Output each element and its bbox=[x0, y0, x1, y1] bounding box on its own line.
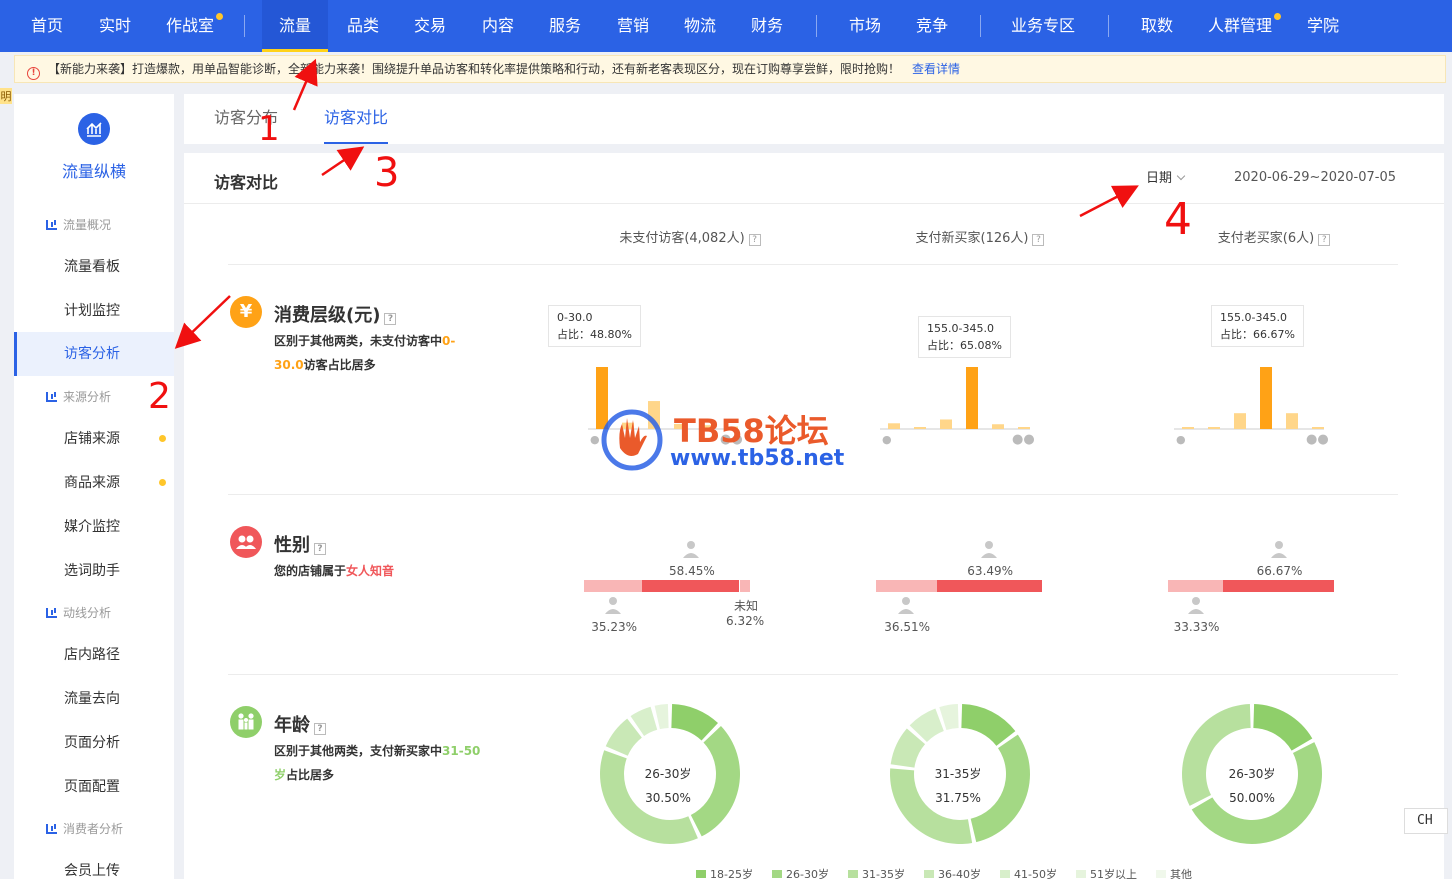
age-legend: 41-50岁 bbox=[1000, 866, 1057, 879]
donut-center-label: 31-35岁 31.75% bbox=[934, 767, 982, 805]
age-legend: 36-40岁 bbox=[924, 866, 981, 879]
tab-bar: 访客分布 访客对比 bbox=[184, 94, 1444, 144]
sidebar-item-product-source[interactable]: 商品来源 bbox=[14, 461, 174, 505]
nav-service[interactable]: 服务 bbox=[540, 0, 590, 52]
watermark-logo-icon bbox=[601, 409, 663, 471]
notice-details-link[interactable]: 查看详情 bbox=[912, 62, 960, 76]
donut-center-label: 26-30岁 30.50% bbox=[644, 767, 692, 805]
age-legend: 18-25岁 bbox=[696, 866, 753, 879]
nav-separator bbox=[816, 15, 817, 37]
age-legend: 31-35岁 bbox=[848, 866, 905, 879]
age-legend: 26-30岁 bbox=[772, 866, 829, 879]
sidebar-item-store-source[interactable]: 店铺来源 bbox=[14, 417, 174, 461]
sidebar-item-traffic-destination[interactable]: 流量去向 bbox=[14, 677, 174, 721]
nav-marketing[interactable]: 营销 bbox=[608, 0, 658, 52]
watermark: TB58论坛 www.tb58.net bbox=[598, 404, 858, 476]
nav-competition[interactable]: 竞争 bbox=[907, 0, 957, 52]
nav-trade[interactable]: 交易 bbox=[405, 0, 455, 52]
nav-traffic[interactable]: 流量 bbox=[262, 0, 328, 52]
sidebar-item-page-config[interactable]: 页面配置 bbox=[14, 765, 174, 809]
sidebar-item-member-upload[interactable]: 会员上传 bbox=[14, 849, 174, 879]
sidebar-group-consumer: 消费者分析 bbox=[46, 820, 123, 837]
sidebar-title: 流量纵横 bbox=[61, 162, 126, 181]
sidebar-group-path: 动线分析 bbox=[46, 604, 111, 621]
sidebar-group-overview: 流量概况 bbox=[46, 216, 111, 233]
donut-center-label: 26-30岁 50.00% bbox=[1228, 767, 1276, 805]
donut-slice[interactable] bbox=[671, 704, 718, 741]
nav-market[interactable]: 市场 bbox=[840, 0, 890, 52]
new-dot bbox=[159, 479, 166, 486]
donut-slice[interactable] bbox=[1253, 704, 1313, 751]
sidebar-group-source: 来源分析 bbox=[46, 388, 111, 405]
nav-finance[interactable]: 财务 bbox=[742, 0, 792, 52]
sidebar-item-store-path[interactable]: 店内路径 bbox=[14, 633, 174, 677]
nav-separator bbox=[980, 15, 981, 37]
donut-slice[interactable] bbox=[939, 704, 959, 731]
notice-bar: ! 【新能力来袭】打造爆款，用单品智能诊断，全新能力来袭！围绕提升单品访客和转化率… bbox=[14, 55, 1446, 83]
nav-data-fetch[interactable]: 取数 bbox=[1132, 0, 1182, 52]
tab-visitor-distribution[interactable]: 访客分布 bbox=[214, 94, 278, 144]
donut-slice[interactable] bbox=[961, 704, 1016, 746]
tab-visitor-comparison[interactable]: 访客对比 bbox=[324, 94, 389, 144]
nav-content[interactable]: 内容 bbox=[473, 0, 523, 52]
warning-icon: ! bbox=[27, 67, 40, 80]
traffic-logo-icon bbox=[78, 113, 110, 145]
edge-tab[interactable]: 明 bbox=[0, 88, 12, 104]
nav-home[interactable]: 首页 bbox=[22, 0, 72, 52]
chart-icon bbox=[46, 392, 57, 402]
chart-icon bbox=[46, 608, 57, 618]
sidebar-item-traffic-board[interactable]: 流量看板 bbox=[14, 245, 174, 289]
age-legend: 其他 bbox=[1156, 866, 1192, 879]
new-dot bbox=[159, 435, 166, 442]
chart-icon bbox=[46, 824, 57, 834]
nav-category[interactable]: 品类 bbox=[338, 0, 388, 52]
nav-business-zone[interactable]: 业务专区 bbox=[1005, 0, 1081, 52]
sidebar-item-page-analysis[interactable]: 页面分析 bbox=[14, 721, 174, 765]
donut-slice[interactable] bbox=[654, 704, 669, 730]
visitor-comparison-card: 访客对比 日期 2020-06-29~2020-07-05 未支付访客(4,08… bbox=[184, 153, 1444, 879]
nav-crowd-dot bbox=[1274, 13, 1281, 20]
nav-crowd-management[interactable]: 人群管理 bbox=[1202, 0, 1278, 52]
nav-separator bbox=[244, 15, 245, 37]
nav-realtime[interactable]: 实时 bbox=[90, 0, 140, 52]
sidebar: 流量纵横 流量概况 流量看板 计划监控 访客分析 来源分析 店铺来源 商品来源 … bbox=[14, 94, 174, 879]
sidebar-item-plan-monitor[interactable]: 计划监控 bbox=[14, 289, 174, 333]
nav-academy[interactable]: 学院 bbox=[1298, 0, 1348, 52]
nav-warroom-dot bbox=[216, 13, 223, 20]
age-legend: 51岁以上 bbox=[1076, 866, 1137, 879]
nav-separator bbox=[1108, 15, 1109, 37]
notice-text: 【新能力来袭】打造爆款，用单品智能诊断，全新能力来袭！围绕提升单品访客和转化率提… bbox=[48, 62, 901, 76]
nav-warroom[interactable]: 作战室 bbox=[158, 0, 222, 52]
sidebar-item-visitor-analysis[interactable]: 访客分析 bbox=[14, 332, 174, 376]
watermark-url: www.tb58.net bbox=[670, 446, 845, 471]
sidebar-item-media-monitor[interactable]: 媒介监控 bbox=[14, 505, 174, 549]
nav-logistics[interactable]: 物流 bbox=[675, 0, 725, 52]
input-method-badge[interactable]: CH bbox=[1404, 808, 1448, 834]
sidebar-item-keyword-helper[interactable]: 选词助手 bbox=[14, 549, 174, 593]
top-nav: 首页 实时 作战室 流量 品类 交易 内容 服务 营销 物流 财务 市场 竞争 … bbox=[0, 0, 1452, 52]
chart-icon bbox=[46, 220, 57, 230]
